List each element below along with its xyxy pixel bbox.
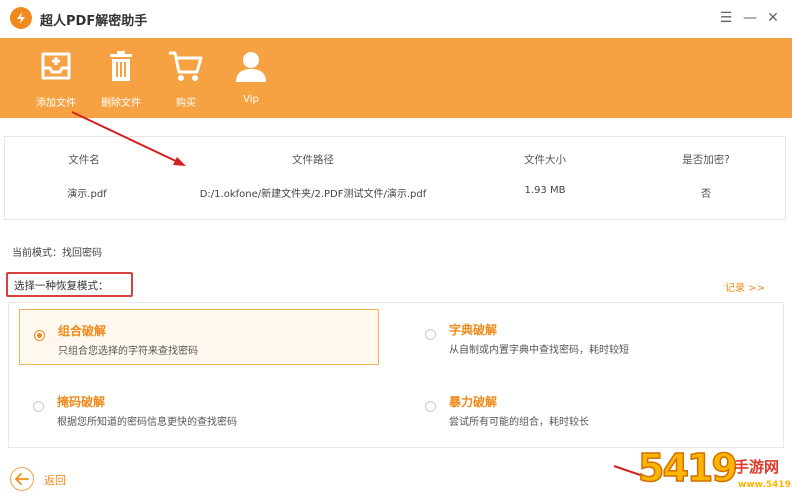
- choose-mode-label: 选择一种恢复模式：: [6, 272, 133, 297]
- current-mode-text: 当前模式：找回密码: [12, 248, 102, 259]
- option-desc: 只组合您选择的字符来查找密码: [58, 346, 198, 357]
- arrow-left-icon: [15, 473, 29, 485]
- records-link[interactable]: 记录 >>: [725, 279, 765, 294]
- option-brute-force-attack[interactable]: 暴力破解 尝试所有可能的组合，耗时较长: [411, 381, 771, 437]
- back-label[interactable]: 返回: [44, 472, 66, 488]
- radio-dictionary[interactable]: [425, 329, 436, 340]
- radio-combination[interactable]: [34, 330, 45, 341]
- radio-mask[interactable]: [33, 401, 44, 412]
- watermark-url: www.5419.com: [738, 480, 792, 490]
- option-dictionary-attack[interactable]: 字典破解 从自制或内置字典中查找密码，耗时较短: [411, 309, 771, 365]
- option-desc: 尝试所有可能的组合，耗时较长: [449, 417, 589, 428]
- option-title: 字典破解: [449, 323, 498, 337]
- watermark-number: 5419: [637, 445, 738, 491]
- recovery-mode-options: 组合破解 只组合您选择的字符来查找密码 字典破解 从自制或内置字典中查找密码，耗…: [8, 302, 784, 448]
- option-desc: 根据您所知道的密码信息更快的查找密码: [57, 417, 237, 428]
- option-combination-attack[interactable]: 组合破解 只组合您选择的字符来查找密码: [19, 309, 379, 365]
- option-desc: 从自制或内置字典中查找密码，耗时较短: [449, 345, 629, 356]
- site-watermark: 5419 手游网 www.5419.com: [637, 445, 792, 500]
- option-title: 掩码破解: [57, 395, 106, 409]
- radio-brute-force[interactable]: [425, 401, 436, 412]
- option-mask-attack[interactable]: 掩码破解 根据您所知道的密码信息更快的查找密码: [19, 381, 379, 437]
- option-title: 组合破解: [58, 324, 107, 338]
- watermark-name: 手游网: [734, 458, 780, 476]
- back-button[interactable]: [10, 467, 34, 491]
- app-window: 超人PDF解密助手 ☰ — ✕ 添加文件 删除文件 购买 Vip 文件名 文件路…: [0, 0, 792, 500]
- option-title: 暴力破解: [449, 395, 498, 409]
